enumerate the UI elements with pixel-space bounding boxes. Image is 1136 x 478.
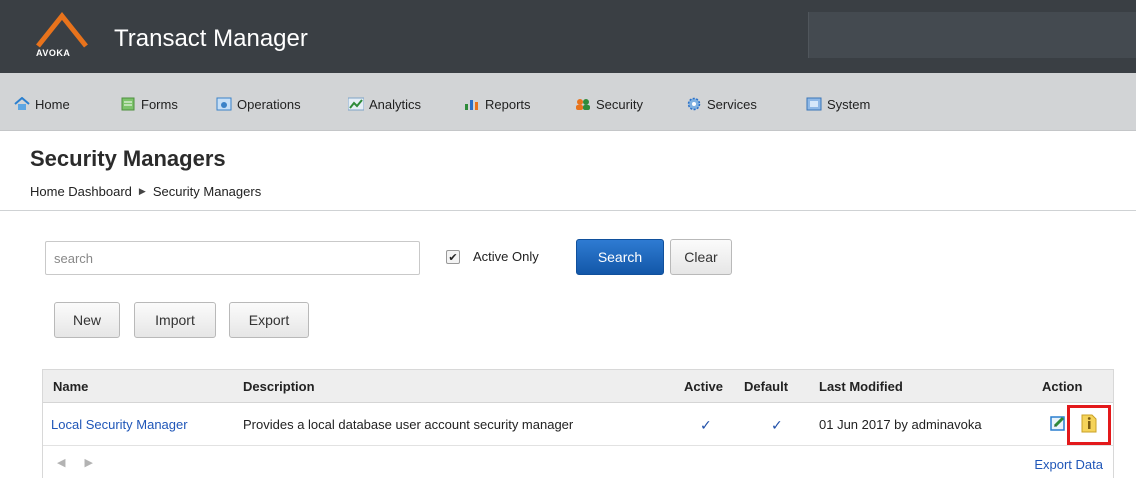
nav-item-reports[interactable]: Reports xyxy=(464,95,531,113)
analytics-icon xyxy=(347,97,365,111)
nav-label: Operations xyxy=(237,96,301,112)
nav-item-operations[interactable]: Operations xyxy=(216,95,301,113)
header-search-area[interactable] xyxy=(808,12,1136,58)
top-header: AVOKA Transact Manager xyxy=(0,0,1136,73)
nav-label: Analytics xyxy=(369,96,422,112)
last-modified-text: 01 Jun 2017 by adminavoka xyxy=(819,417,982,432)
breadcrumb-separator-icon: ▶ xyxy=(138,186,146,196)
page-title: Security Managers xyxy=(30,146,226,171)
system-icon xyxy=(806,97,822,111)
security-icon xyxy=(575,97,591,111)
table-header: Name Description Active Default Last Mod… xyxy=(43,370,1113,403)
home-icon xyxy=(14,96,30,111)
active-only-checkbox[interactable]: ✔ xyxy=(446,250,460,264)
operations-icon xyxy=(216,97,232,111)
forms-icon xyxy=(120,97,136,111)
column-header-action: Action xyxy=(1042,379,1083,394)
main-nav: Home Forms Operations Analytics Reports … xyxy=(0,73,1136,131)
column-header-name[interactable]: Name xyxy=(53,379,88,394)
pager-arrows-icon[interactable]: ◀ ▶ xyxy=(57,456,101,469)
avoka-logo[interactable]: AVOKA xyxy=(34,12,90,64)
nav-item-system[interactable]: System xyxy=(806,95,870,113)
app-title: Transact Manager xyxy=(114,25,308,52)
nav-label: Security xyxy=(596,96,643,112)
nav-item-forms[interactable]: Forms xyxy=(120,95,178,113)
security-managers-table: Name Description Active Default Last Mod… xyxy=(42,369,1114,478)
default-check-icon: ✓ xyxy=(771,417,783,433)
nav-label: System xyxy=(827,96,871,112)
nav-item-analytics[interactable]: Analytics xyxy=(347,95,422,113)
active-only-label: Active Only xyxy=(473,249,539,264)
active-check-icon: ✓ xyxy=(700,417,712,433)
import-button[interactable]: Import xyxy=(134,302,216,338)
new-button[interactable]: New xyxy=(54,302,120,338)
breadcrumb-home-dashboard[interactable]: Home Dashboard xyxy=(30,184,132,199)
nav-item-home[interactable]: Home xyxy=(14,95,70,113)
action-highlight-box xyxy=(1067,405,1111,445)
table-row: Local Security Manager Provides a local … xyxy=(43,403,1113,446)
search-input[interactable] xyxy=(45,241,420,275)
clear-button[interactable]: Clear xyxy=(670,239,732,275)
export-button[interactable]: Export xyxy=(229,302,309,338)
nav-item-services[interactable]: Services xyxy=(686,95,757,113)
logo-chevron-icon xyxy=(36,12,88,48)
table-footer: ◀ ▶ Export Data xyxy=(43,446,1113,478)
nav-label: Home xyxy=(35,96,70,112)
nav-label: Services xyxy=(707,96,757,112)
logo-text: AVOKA xyxy=(36,48,71,58)
breadcrumb: Home Dashboard ▶ Security Managers xyxy=(30,184,261,199)
search-button[interactable]: Search xyxy=(576,239,664,275)
header-divider xyxy=(0,210,1136,211)
column-header-active[interactable]: Active xyxy=(684,379,723,394)
breadcrumb-current: Security Managers xyxy=(152,184,262,199)
reports-icon xyxy=(464,97,480,111)
nav-label: Forms xyxy=(141,96,178,112)
manager-description: Provides a local database user account s… xyxy=(243,417,574,432)
column-header-description[interactable]: Description xyxy=(243,379,315,394)
nav-label: Reports xyxy=(485,96,531,112)
services-icon xyxy=(686,97,702,111)
edit-icon[interactable] xyxy=(1050,415,1066,431)
column-header-last-modified[interactable]: Last Modified xyxy=(819,379,903,394)
export-data-link[interactable]: Export Data xyxy=(1034,457,1103,472)
manager-name-link[interactable]: Local Security Manager xyxy=(51,417,188,432)
nav-item-security[interactable]: Security xyxy=(575,95,643,113)
column-header-default[interactable]: Default xyxy=(744,379,788,394)
